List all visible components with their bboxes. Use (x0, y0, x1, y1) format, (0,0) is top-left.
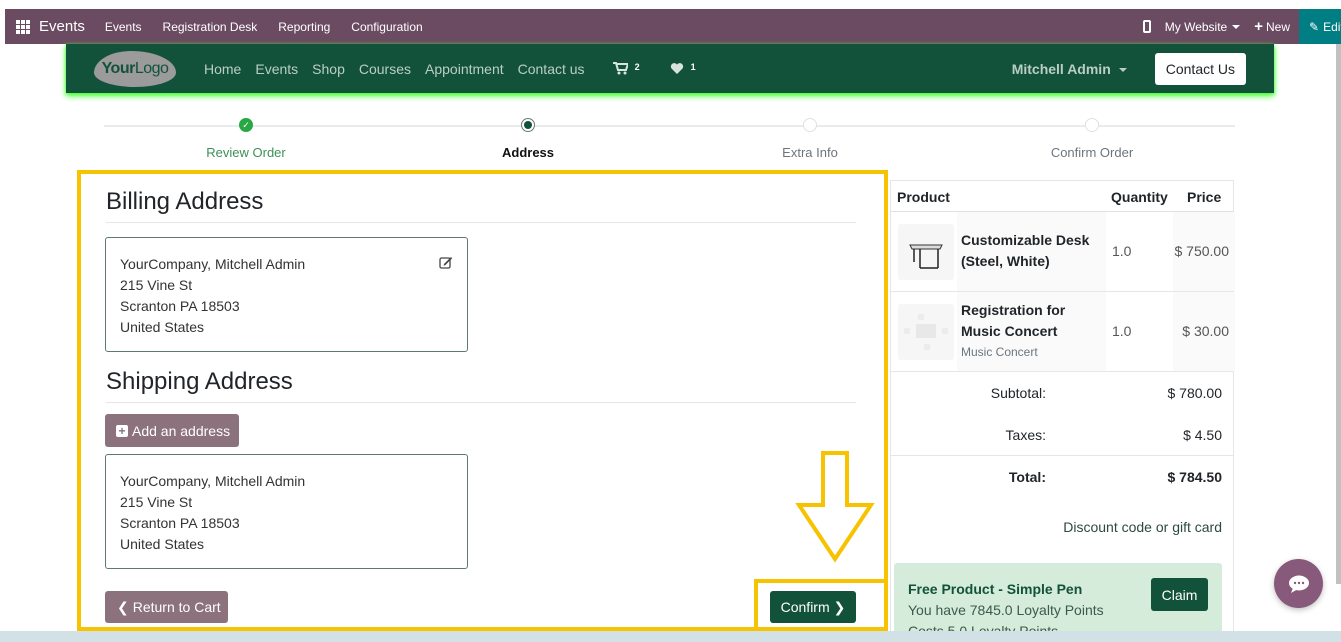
step-label: Address (501, 145, 555, 160)
product-name-line: Music Concert (961, 323, 1058, 339)
summary-header: Product Quantity Price (891, 181, 1233, 212)
step-confirm-order: Confirm Order (992, 118, 1192, 160)
caret-down-icon (1118, 67, 1127, 72)
price-cell: $ 750.00 (1173, 212, 1235, 291)
chat-bubble-icon (1288, 575, 1309, 593)
website-header: Your Logo Home Events Shop Courses Appoin… (66, 44, 1274, 93)
product-price: $ 30.00 (1182, 323, 1229, 339)
taxes-label: Taxes: (1005, 427, 1046, 443)
mobile-preview-icon[interactable] (1142, 20, 1151, 33)
current-step-icon (521, 118, 535, 132)
edit-label: Edit (1323, 19, 1341, 34)
product-name-cell: Registration for Music Concert Music Conc… (957, 292, 1106, 371)
product-qty: 1.0 (1112, 243, 1132, 259)
col-quantity: Quantity (1111, 189, 1168, 205)
wishlist-link[interactable]: 1 (670, 62, 696, 75)
summary-row: Registration for Music Concert Music Conc… (891, 292, 1235, 372)
claim-button[interactable]: Claim (1151, 578, 1208, 611)
step-extra-info: Extra Info (710, 118, 910, 160)
page: Events Events Registration Desk Reportin… (0, 0, 1341, 642)
product-image-desk (898, 224, 954, 280)
product-name[interactable]: Registration for Music Concert (961, 300, 1065, 342)
nav-home[interactable]: Home (204, 61, 241, 77)
nav-contact-us[interactable]: Contact us (518, 61, 585, 77)
my-website-dropdown[interactable]: My Website (1164, 19, 1241, 34)
wishlist-count-badge: 1 (690, 62, 696, 72)
nav-courses[interactable]: Courses (359, 61, 411, 77)
menu-events[interactable]: Events (105, 20, 142, 34)
product-image-event (898, 304, 954, 360)
edit-button[interactable]: ✎Edit (1299, 9, 1341, 44)
menu-reporting[interactable]: Reporting (278, 20, 330, 34)
user-name: Mitchell Admin (1011, 60, 1111, 77)
subtotal-value: $ 780.00 (1167, 385, 1223, 401)
logo-bold-text: Your (101, 59, 136, 77)
product-price: $ 750.00 (1174, 243, 1230, 259)
step-label: Extra Info (782, 145, 838, 160)
discount-code-link[interactable]: Discount code or gift card (1063, 519, 1222, 535)
event-thumbnail-icon (904, 314, 948, 350)
menu-registration-desk[interactable]: Registration Desk (163, 20, 258, 34)
product-name-cell: Customizable Desk (Steel, White) (957, 212, 1106, 291)
subtotal-label: Subtotal: (990, 385, 1046, 401)
browser-top-strip (0, 0, 1341, 9)
new-button[interactable]: + New (1254, 18, 1290, 35)
page-scrollbar[interactable] (1336, 44, 1341, 584)
pending-step-icon (803, 118, 817, 132)
live-chat-button[interactable] (1274, 559, 1323, 608)
contact-us-button[interactable]: Contact Us (1154, 52, 1246, 85)
logo[interactable]: Your Logo (94, 50, 176, 87)
reward-title: Free Product - Simple Pen (908, 581, 1083, 597)
step-label: Review Order (206, 145, 286, 160)
step-review-order[interactable]: ✓ Review Order (146, 118, 346, 160)
step-address: Address (428, 118, 628, 160)
summary-row: Customizable Desk (Steel, White) 1.0 $ 75… (891, 212, 1235, 292)
product-name-line: Customizable Desk (961, 232, 1090, 248)
product-name-line: (Steel, White) (961, 253, 1050, 269)
step-label: Confirm Order (1050, 145, 1134, 160)
browser-bottom-strip (0, 631, 1341, 642)
check-circle-icon: ✓ (239, 118, 253, 132)
nav-appointment[interactable]: Appointment (425, 61, 504, 77)
my-website-label: My Website (1164, 19, 1228, 34)
app-name[interactable]: Events (39, 18, 85, 35)
taxes-value: $ 4.50 (1183, 427, 1222, 443)
product-name-line: Registration for (961, 302, 1066, 318)
main-nav: Home Events Shop Courses Appointment Con… (204, 61, 599, 77)
logo-light-text: Logo (134, 59, 169, 77)
checkout-progress: ✓ Review Order Address Extra Info Confir… (104, 118, 1235, 163)
total-label: Total: (1008, 469, 1046, 485)
menu-configuration[interactable]: Configuration (351, 20, 422, 34)
new-label: New (1265, 20, 1290, 34)
down-arrow-annotation-icon (795, 451, 875, 563)
caret-down-icon (1232, 25, 1241, 30)
product-name[interactable]: Customizable Desk (Steel, White) (961, 230, 1089, 272)
heart-icon (670, 63, 683, 74)
pencil-icon: ✎ (1309, 19, 1320, 34)
nav-shop[interactable]: Shop (312, 61, 345, 77)
left-gutter (0, 44, 5, 631)
pending-step-icon (1085, 118, 1099, 132)
highlight-box-address-section (77, 170, 888, 631)
cart-link[interactable]: 2 (612, 62, 640, 75)
product-subtitle: Music Concert (961, 345, 1038, 359)
cart-icon (612, 62, 628, 75)
highlight-box-confirm (754, 579, 888, 631)
user-menu[interactable]: Mitchell Admin (1012, 61, 1127, 77)
total-value: $ 784.50 (1167, 469, 1223, 485)
product-qty: 1.0 (1112, 323, 1132, 339)
col-price: Price (1187, 189, 1222, 205)
reward-points-available: You have 7845.0 Loyalty Points (908, 602, 1104, 618)
backend-navbar: Events Events Registration Desk Reportin… (5, 9, 1341, 44)
cart-count-badge: 2 (634, 62, 640, 72)
nav-events[interactable]: Events (255, 61, 298, 77)
desk-icon (909, 244, 943, 269)
col-product: Product (897, 189, 950, 205)
divider (891, 455, 1233, 456)
price-cell: $ 30.00 (1173, 292, 1235, 371)
plus-icon: + (1254, 18, 1263, 35)
apps-menu-icon[interactable] (16, 19, 30, 34)
